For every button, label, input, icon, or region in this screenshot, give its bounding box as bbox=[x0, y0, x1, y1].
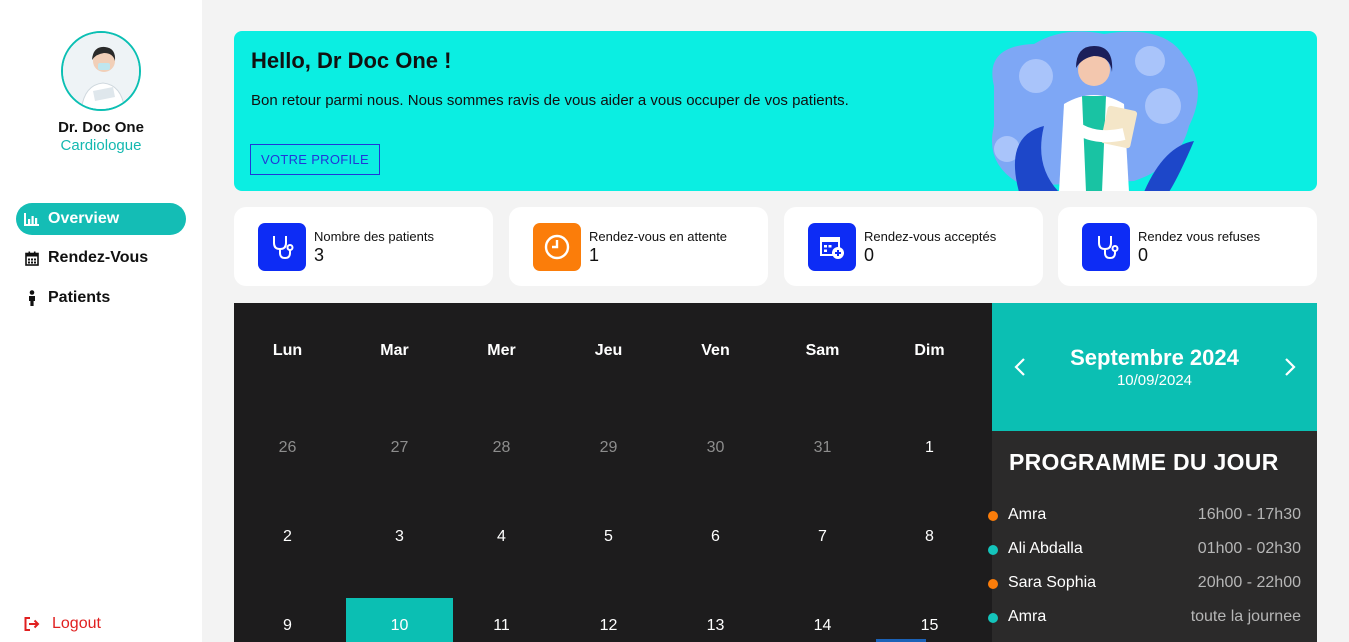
calendar-plus-icon bbox=[808, 223, 856, 271]
patient-name: Ali Abdalla bbox=[1008, 540, 1083, 557]
logout-icon bbox=[24, 617, 40, 631]
stat-card-accepted: Rendez-vous acceptés 0 bbox=[784, 207, 1043, 286]
calendar-day[interactable]: 14 bbox=[769, 598, 876, 642]
stat-card-refused: Rendez vous refuses 0 bbox=[1058, 207, 1317, 286]
stat-value: 0 bbox=[1138, 245, 1149, 265]
calendar-day[interactable]: 30 bbox=[662, 420, 769, 476]
stat-label: Rendez vous refuses bbox=[1138, 229, 1261, 244]
doctor-specialty: Cardiologue bbox=[60, 137, 142, 154]
stat-label: Rendez-vous acceptés bbox=[864, 229, 997, 244]
calendar-icon bbox=[24, 250, 40, 266]
doctor-avatar[interactable] bbox=[61, 31, 141, 111]
calendar-day[interactable]: 12 bbox=[555, 598, 662, 642]
weekday-header: Lun bbox=[272, 342, 303, 359]
calendar-day[interactable]: 29 bbox=[555, 420, 662, 476]
calendar-day[interactable]: 6 bbox=[662, 509, 769, 565]
calendar-grid: Lun Mar Mer Jeu Ven Sam Dim 26 27 28 29 30 31 1 2 3 4 5 6 7… bbox=[234, 303, 992, 642]
appointment-time: 16h00 - 17h30 bbox=[1197, 506, 1301, 523]
weekday-header: Sam bbox=[805, 342, 840, 359]
calendar-day[interactable]: 3 bbox=[346, 509, 453, 565]
calendar-day-today[interactable]: 10 bbox=[346, 598, 453, 642]
nav-overview[interactable]: Overview bbox=[16, 203, 186, 235]
stat-card-pending: Rendez-vous en attente 1 bbox=[509, 207, 768, 286]
programme-item[interactable]: Amra toute la journee bbox=[988, 606, 1317, 628]
programme-item[interactable]: Ali Abdalla 01h00 - 02h30 bbox=[988, 538, 1317, 560]
weekday-header: Mar bbox=[380, 342, 409, 359]
programme-title: PROGRAMME DU JOUR bbox=[1009, 449, 1279, 475]
patient-name: Amra bbox=[1008, 608, 1047, 625]
status-dot bbox=[988, 511, 998, 521]
logout-label: Logout bbox=[52, 615, 101, 632]
logout-button[interactable]: Logout bbox=[24, 615, 101, 633]
programme-item[interactable]: Sara Sophia 20h00 - 22h00 bbox=[988, 572, 1317, 594]
calendar-day[interactable]: 11 bbox=[448, 598, 555, 642]
calendar-day[interactable]: 13 bbox=[662, 598, 769, 642]
month-title: Septembre 2024 bbox=[1070, 345, 1239, 370]
calendar-day[interactable]: 26 bbox=[234, 420, 341, 476]
calendar-day[interactable]: 15 bbox=[876, 598, 983, 642]
doctor-name: Dr. Doc One bbox=[58, 119, 144, 136]
bar-chart-icon bbox=[24, 211, 40, 227]
clock-icon bbox=[533, 223, 581, 271]
calendar-day[interactable]: 2 bbox=[234, 509, 341, 565]
nav-patients-label: Patients bbox=[48, 289, 111, 306]
status-dot bbox=[988, 613, 998, 623]
selected-date: 10/09/2024 bbox=[1116, 372, 1193, 389]
welcome-title: Hello, Dr Doc One ! bbox=[251, 48, 452, 73]
nav-rendez-vous-label: Rendez-Vous bbox=[48, 249, 149, 266]
calendar-day[interactable]: 7 bbox=[769, 509, 876, 565]
stethoscope-icon bbox=[1082, 223, 1130, 271]
doctor-illustration bbox=[992, 31, 1198, 191]
stat-value: 3 bbox=[314, 245, 325, 265]
stat-label: Nombre des patients bbox=[314, 229, 434, 244]
calendar-day[interactable]: 8 bbox=[876, 509, 983, 565]
welcome-banner: Hello, Dr Doc One ! Bon retour parmi nou… bbox=[234, 31, 1317, 191]
stethoscope-icon bbox=[258, 223, 306, 271]
weekday-header: Dim bbox=[914, 342, 945, 359]
stat-label: Rendez-vous en attente bbox=[589, 229, 728, 244]
calendar-day[interactable]: 4 bbox=[448, 509, 555, 565]
month-header: Septembre 2024 10/09/2024 bbox=[992, 303, 1317, 431]
patient-name: Amra bbox=[1008, 506, 1047, 523]
stat-value: 1 bbox=[589, 245, 600, 265]
sidebar: Dr. Doc One Cardiologue Overview Rendez-… bbox=[0, 0, 202, 642]
stat-card-patients: Nombre des patients 3 bbox=[234, 207, 493, 286]
calendar-day[interactable]: 27 bbox=[346, 420, 453, 476]
daily-programme: PROGRAMME DU JOUR Amra 16h00 - 17h30 Ali A… bbox=[988, 431, 1317, 642]
status-dot bbox=[988, 545, 998, 555]
weekday-header: Mer bbox=[487, 342, 516, 359]
calendar-day[interactable]: 31 bbox=[769, 420, 876, 476]
status-dot bbox=[988, 579, 998, 589]
patient-name: Sara Sophia bbox=[1008, 574, 1097, 591]
appointment-time: 01h00 - 02h30 bbox=[1197, 540, 1301, 557]
appointment-time: 20h00 - 22h00 bbox=[1197, 574, 1301, 591]
calendar-day[interactable]: 28 bbox=[448, 420, 555, 476]
person-icon bbox=[24, 290, 40, 306]
nav-patients[interactable]: Patients bbox=[16, 282, 186, 314]
appointment-time: toute la journee bbox=[1190, 608, 1301, 625]
weekday-header: Ven bbox=[701, 342, 730, 359]
chevron-right-icon[interactable] bbox=[1280, 355, 1300, 379]
calendar-day[interactable]: 1 bbox=[876, 420, 983, 476]
programme-item[interactable]: Amra 16h00 - 17h30 bbox=[988, 504, 1317, 526]
nav-rendez-vous[interactable]: Rendez-Vous bbox=[16, 242, 186, 274]
calendar-day[interactable]: 5 bbox=[555, 509, 662, 565]
weekday-header: Jeu bbox=[594, 342, 623, 359]
nav-overview-label: Overview bbox=[48, 210, 120, 227]
welcome-text: Bon retour parmi nous. Nous sommes ravis… bbox=[251, 92, 849, 109]
profile-button[interactable]: VOTRE PROFILE bbox=[250, 144, 380, 175]
stat-value: 0 bbox=[864, 245, 875, 265]
calendar-day[interactable]: 9 bbox=[234, 598, 341, 642]
